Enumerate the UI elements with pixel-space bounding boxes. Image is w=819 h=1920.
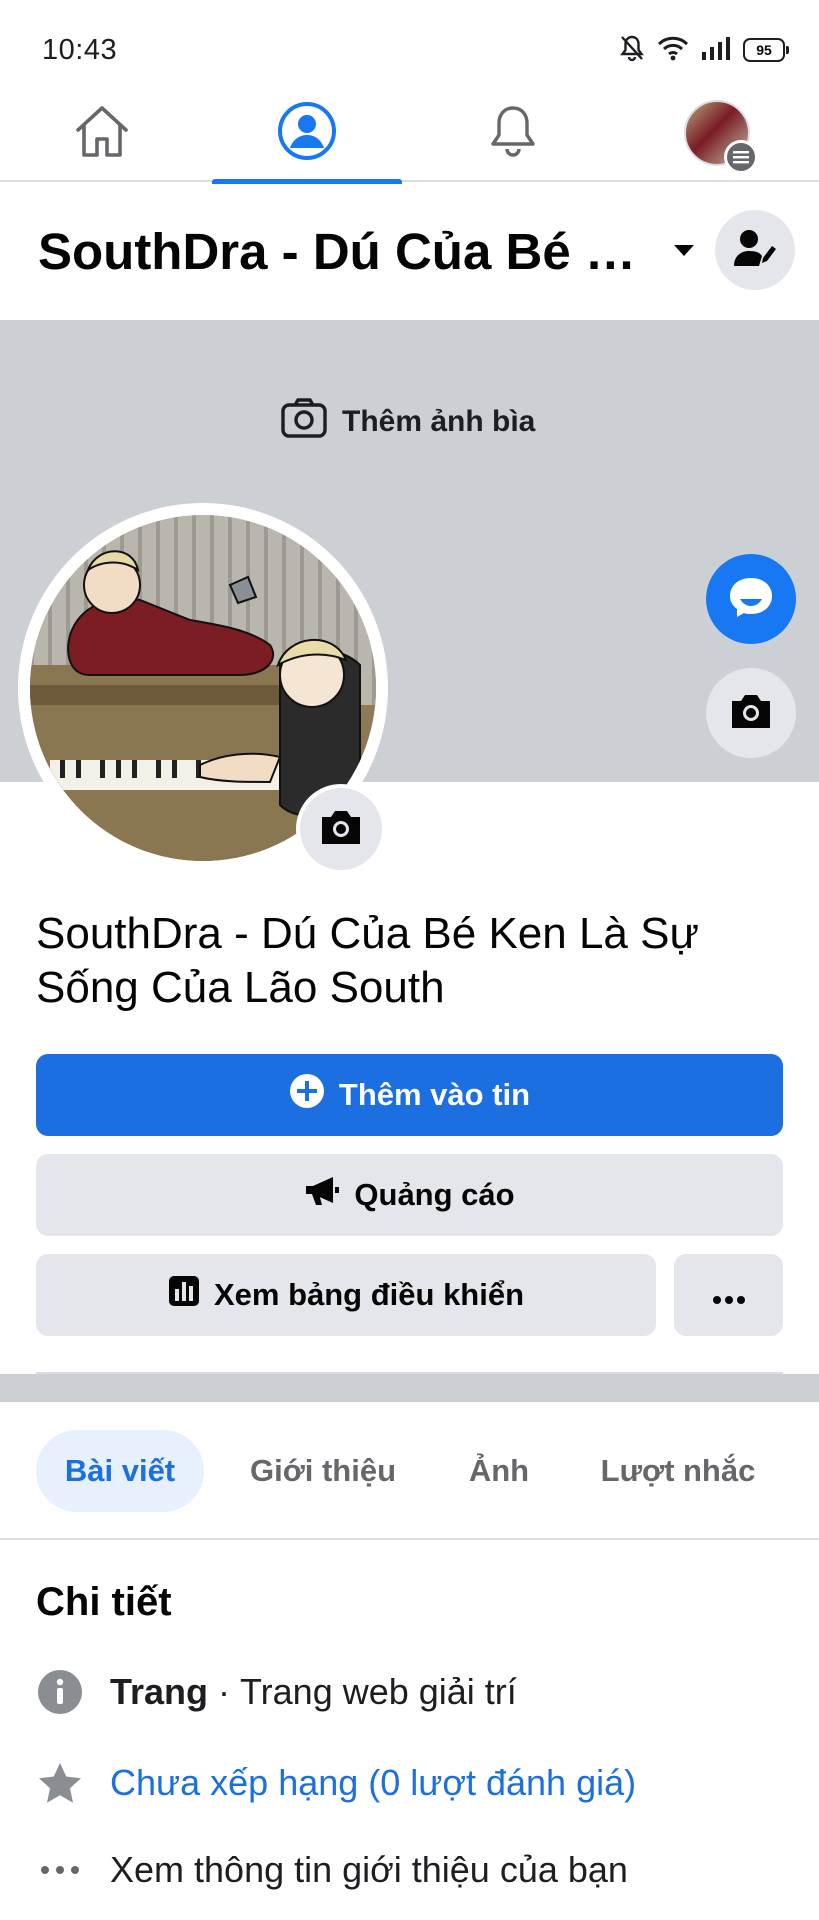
top-nav	[0, 84, 819, 184]
battery-level: 95	[756, 42, 772, 58]
home-icon	[73, 103, 131, 164]
status-bar: 10:43 95	[0, 0, 819, 84]
signal-icon	[701, 36, 731, 65]
status-time: 10:43	[42, 34, 118, 66]
add-to-story-button[interactable]: Thêm vào tin	[36, 1054, 783, 1136]
tab-posts[interactable]: Bài viết	[36, 1430, 204, 1512]
dashboard-button[interactable]: Xem bảng điều khiển	[36, 1254, 656, 1336]
camera-icon	[728, 691, 774, 736]
page-name: SouthDra - Dú Của Bé Ken Là Sự Sống Của …	[36, 909, 699, 1012]
page-type-separator: ·	[208, 1671, 241, 1712]
detail-see-about[interactable]: Xem thông tin giới thiệu của bạn	[36, 1842, 628, 1898]
profile-camera-button[interactable]	[296, 784, 386, 874]
status-icons: 95	[619, 34, 789, 67]
see-about-label: Xem thông tin giới thiệu của bạn	[110, 1849, 628, 1890]
person-edit-icon	[733, 228, 777, 273]
add-cover-button[interactable]: Thêm ảnh bìa	[280, 396, 535, 448]
page-type-value: Trang web giải trí	[240, 1671, 517, 1712]
tab-about[interactable]: Giới thiệu	[232, 1430, 414, 1512]
section-separator	[0, 1374, 819, 1402]
camera-icon	[318, 807, 364, 852]
profile-tabs: Bài viết Giới thiệu Ảnh Lượt nhắc	[0, 1402, 819, 1540]
tab-photos[interactable]: Ảnh	[444, 1430, 554, 1512]
detail-page-type: Trang · Trang web giải trí	[36, 1664, 517, 1720]
plus-circle-icon	[289, 1073, 325, 1117]
dashboard-label: Xem bảng điều khiển	[213, 1277, 525, 1312]
more-dots-icon	[712, 1277, 746, 1313]
camera-icon	[280, 397, 328, 447]
profile-icon	[277, 101, 337, 166]
page-type-label: Trang	[110, 1671, 209, 1712]
tab-profile[interactable]	[212, 84, 402, 184]
mute-bell-icon	[619, 34, 645, 67]
megaphone-icon	[304, 1175, 340, 1215]
add-to-story-label: Thêm vào tin	[338, 1077, 531, 1112]
battery-icon: 95	[743, 38, 789, 62]
page-header: SouthDra - Dú Của Bé Ken Là Sự Sống Của …	[0, 184, 819, 320]
tab-mentions[interactable]: Lượt nhắc	[584, 1430, 772, 1512]
messenger-button[interactable]	[706, 554, 796, 644]
cover-camera-button[interactable]	[706, 668, 796, 758]
rating-link[interactable]: Chưa xếp hạng (0 lượt đánh giá)	[110, 1762, 636, 1804]
star-icon	[36, 1759, 84, 1807]
wifi-icon	[657, 35, 689, 66]
info-icon	[36, 1668, 84, 1716]
messenger-icon	[726, 575, 776, 624]
bar-chart-icon	[168, 1275, 200, 1315]
add-cover-label: Thêm ảnh bìa	[342, 405, 536, 438]
avatar-menu-icon	[684, 100, 758, 174]
more-options-button[interactable]	[674, 1254, 783, 1336]
switch-profile-button[interactable]	[715, 210, 795, 290]
ads-label: Quảng cáo	[354, 1177, 515, 1212]
tab-notifications[interactable]	[418, 84, 608, 182]
detail-rating[interactable]: Chưa xếp hạng (0 lượt đánh giá)	[36, 1755, 636, 1811]
menu-badge-icon	[724, 140, 758, 174]
bell-icon	[487, 102, 539, 165]
caret-down-icon[interactable]	[672, 242, 696, 263]
more-dots-icon	[36, 1846, 84, 1894]
tab-menu[interactable]	[622, 84, 812, 182]
page-switcher-title[interactable]: SouthDra - Dú Của Bé Ken Là Sự Sống Của …	[38, 222, 658, 281]
tab-home[interactable]	[7, 84, 197, 182]
details-title: Chi tiết	[36, 1580, 172, 1624]
ads-button[interactable]: Quảng cáo	[36, 1154, 783, 1236]
